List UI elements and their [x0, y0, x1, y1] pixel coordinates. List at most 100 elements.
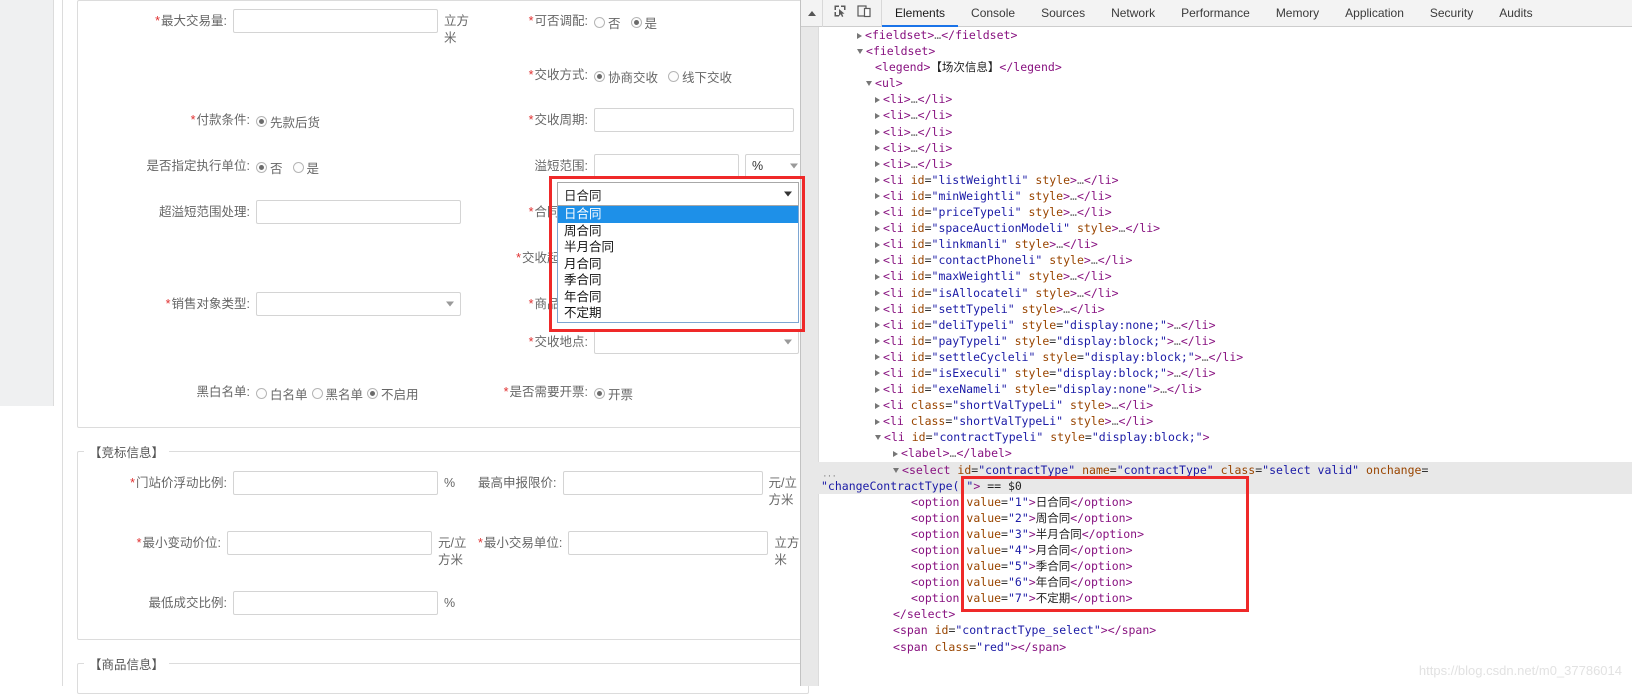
payment-terms-radio-group[interactable]: 先款后货: [256, 108, 326, 131]
radio-option[interactable]: 否: [594, 13, 621, 32]
dom-tree-line[interactable]: <legend>【场次信息】</legend>: [801, 59, 1632, 75]
expand-triangle-icon[interactable]: [875, 338, 880, 345]
dom-tree-line[interactable]: <option value="3">半月合同</option>: [801, 526, 1632, 542]
expand-triangle-icon[interactable]: [875, 225, 880, 232]
tab-elements[interactable]: Elements: [882, 0, 958, 27]
dom-tree-line[interactable]: <li>…</li>: [801, 156, 1632, 172]
dropdown-option[interactable]: 日合同: [558, 206, 798, 223]
dom-tree-line[interactable]: <li id="isExeculi" style="display:block;…: [801, 365, 1632, 381]
contract-type-option-list[interactable]: 日合同 周合同 半月合同 月合同 季合同 年合同 不定期: [557, 206, 799, 323]
dom-tree-line[interactable]: <label>…</label>: [801, 445, 1632, 461]
dom-tree-line[interactable]: "changeContractType()"> == $0: [801, 477, 1632, 494]
min-price-tick-input[interactable]: [227, 531, 432, 555]
delivery-cycle-input[interactable]: [594, 108, 794, 132]
radio-icon[interactable]: [594, 17, 605, 28]
dom-tree-line[interactable]: <fieldset>: [801, 43, 1632, 59]
dom-tree-line[interactable]: <li id="payTypeli" style="display:block;…: [801, 333, 1632, 349]
dom-tree-line[interactable]: <li id="exeNameli" style="display:none">…: [801, 381, 1632, 397]
dom-tree-line[interactable]: <li id="linkmanli" style>…</li>: [801, 236, 1632, 252]
radio-icon[interactable]: [594, 71, 605, 82]
dom-tree-line[interactable]: <li>…</li>: [801, 140, 1632, 156]
dom-tree-line[interactable]: <li>…</li>: [801, 91, 1632, 107]
dom-tree-line[interactable]: <li id="maxWeightli" style>…</li>: [801, 268, 1632, 284]
radio-option[interactable]: 白名单: [256, 384, 308, 403]
blackwhite-list-radio-group[interactable]: 白名单 黑名单 不启用: [256, 380, 425, 403]
tab-network[interactable]: Network: [1098, 0, 1168, 27]
dom-tree-line[interactable]: <li id="settleCycleli" style="display:bl…: [801, 349, 1632, 365]
dropdown-option[interactable]: 周合同: [558, 223, 798, 240]
dom-tree-line[interactable]: <option value="4">月合同</option>: [801, 542, 1632, 558]
collapse-triangle-icon[interactable]: [866, 81, 872, 87]
radio-option[interactable]: 是: [630, 13, 657, 32]
dom-tree-line[interactable]: <option value="7">不定期</option>: [801, 590, 1632, 606]
contract-type-dropdown[interactable]: 日合同 日合同 周合同 半月合同 月合同 季合同 年合同 不定期: [557, 182, 799, 323]
tab-memory[interactable]: Memory: [1263, 0, 1332, 27]
dom-tree-line[interactable]: <ul>: [801, 75, 1632, 91]
expand-triangle-icon[interactable]: [875, 306, 880, 313]
dropdown-option[interactable]: 半月合同: [558, 239, 798, 256]
overshort-unit-select[interactable]: %: [745, 154, 805, 178]
expand-triangle-icon[interactable]: [857, 32, 862, 39]
radio-icon[interactable]: [256, 162, 267, 173]
tab-audits[interactable]: Audits: [1486, 0, 1545, 27]
radio-option[interactable]: 不启用: [367, 384, 419, 403]
expand-triangle-icon[interactable]: [875, 370, 880, 377]
radio-icon[interactable]: [292, 162, 304, 173]
expand-triangle-icon[interactable]: [875, 112, 880, 119]
dropdown-option[interactable]: 月合同: [558, 256, 798, 273]
radio-option[interactable]: 黑名单: [311, 384, 363, 403]
dom-tree-line[interactable]: <li id="priceTypeli" style>…</li>: [801, 204, 1632, 220]
scroll-up-arrow-icon[interactable]: [801, 0, 823, 27]
tab-security[interactable]: Security: [1417, 0, 1486, 27]
dom-tree-line[interactable]: <span class="red"></span>: [801, 639, 1632, 655]
dom-tree-line[interactable]: <li id="spaceAuctionModeli" style>…</li>: [801, 220, 1632, 236]
expand-triangle-icon[interactable]: [875, 402, 880, 409]
expand-triangle-icon[interactable]: [875, 177, 880, 184]
min-trade-unit-input[interactable]: [568, 531, 769, 555]
dom-tree-line[interactable]: <li>…</li>: [801, 107, 1632, 123]
expand-triangle-icon[interactable]: [875, 354, 880, 361]
expand-triangle-icon[interactable]: [875, 290, 880, 296]
dom-tree-line[interactable]: <li id="minWeightli" style>…</li>: [801, 188, 1632, 204]
dom-tree-line[interactable]: <select id="contractType" name="contract…: [801, 461, 1632, 478]
delivery-method-radio-group[interactable]: 协商交收 线下交收: [594, 63, 738, 86]
tab-application[interactable]: Application: [1332, 0, 1417, 27]
dom-tree-line[interactable]: <li id="contactPhoneli" style>…</li>: [801, 252, 1632, 268]
gate-price-float-ratio-input[interactable]: [233, 471, 438, 495]
collapse-triangle-icon[interactable]: [893, 467, 899, 473]
dom-tree-line[interactable]: <li id="deliTypeli" style="display:none;…: [801, 317, 1632, 333]
dom-tree-line[interactable]: <li>…</li>: [801, 124, 1632, 140]
expand-triangle-icon[interactable]: [893, 450, 898, 457]
tab-console[interactable]: Console: [958, 0, 1028, 27]
contract-type-select-closed[interactable]: 日合同: [557, 182, 799, 206]
sales-target-type-select[interactable]: [256, 292, 461, 316]
dropdown-option[interactable]: 年合同: [558, 289, 798, 306]
overshort-handling-input[interactable]: [256, 200, 461, 224]
radio-icon[interactable]: [256, 388, 267, 399]
dropdown-option[interactable]: 不定期: [558, 305, 798, 322]
expand-triangle-icon[interactable]: [875, 193, 880, 200]
expand-triangle-icon[interactable]: [875, 241, 880, 248]
radio-option[interactable]: 线下交收: [668, 67, 732, 86]
radio-icon[interactable]: [594, 388, 605, 399]
dom-tree-line[interactable]: <option value="6">年合同</option>: [801, 574, 1632, 590]
radio-icon[interactable]: [311, 388, 323, 399]
expand-triangle-icon[interactable]: [875, 129, 880, 136]
collapse-triangle-icon[interactable]: [875, 435, 881, 441]
more-options-icon[interactable]: ···: [823, 470, 837, 482]
radio-option[interactable]: 否: [256, 158, 283, 177]
need-invoice-radio-group[interactable]: 开票: [594, 380, 639, 403]
expand-triangle-icon[interactable]: [875, 257, 880, 264]
dom-tree-line[interactable]: </select>: [801, 606, 1632, 622]
expand-triangle-icon[interactable]: [875, 273, 880, 280]
dom-tree-line[interactable]: <fieldset>…</fieldset>: [801, 27, 1632, 43]
dom-tree-line[interactable]: <li id="settTypeli" style>…</li>: [801, 301, 1632, 317]
assign-exec-unit-radio-group[interactable]: 否 是: [256, 154, 325, 177]
dom-tree-line[interactable]: <option value="5">季合同</option>: [801, 558, 1632, 574]
tab-sources[interactable]: Sources: [1028, 0, 1098, 27]
dom-tree-line[interactable]: <option value="1">日合同</option>: [801, 494, 1632, 510]
radio-option[interactable]: 协商交收: [594, 67, 658, 86]
devtools-tab-bar[interactable]: Elements Console Sources Network Performance…: [882, 0, 1546, 27]
expand-triangle-icon[interactable]: [875, 322, 880, 329]
delivery-location-select[interactable]: [594, 330, 799, 354]
